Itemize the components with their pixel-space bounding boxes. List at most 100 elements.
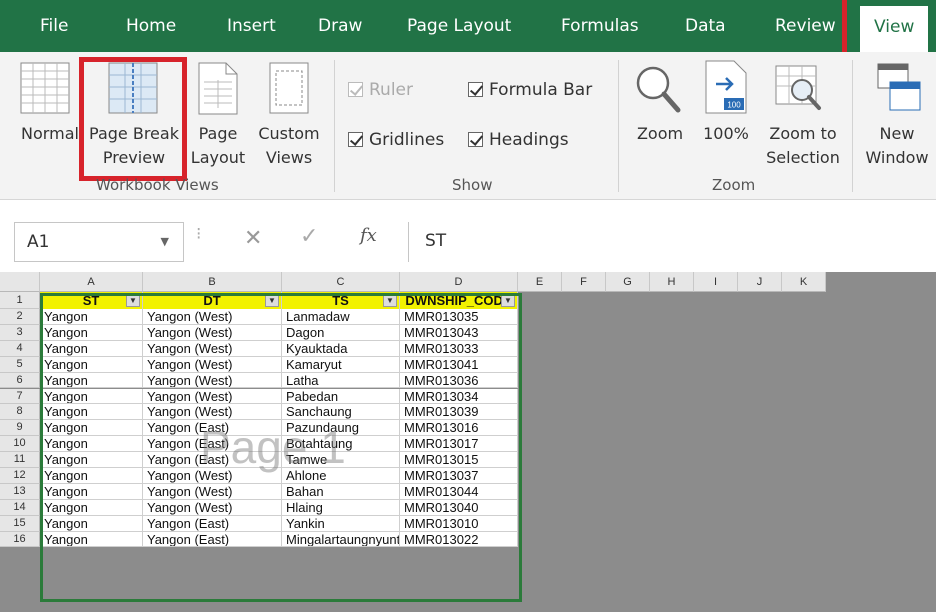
table-cell[interactable]: MMR013037 [400,468,518,484]
custom-views-button[interactable]: Custom Views [252,122,326,170]
table-cell[interactable]: Yangon [40,404,143,421]
table-cell[interactable]: Sanchaung [282,404,400,421]
row-header[interactable]: 9 [0,420,40,437]
ruler-checkbox[interactable]: Ruler [348,80,413,100]
table-cell[interactable]: Yangon [40,309,143,325]
table-cell[interactable]: Kamaryut [282,356,400,373]
table-cell[interactable]: Yangon (West) [143,483,282,500]
column-header-c[interactable]: C [282,272,400,292]
row-header[interactable]: 11 [0,452,40,468]
table-cell[interactable]: Yangon [40,531,143,548]
row-header[interactable]: 14 [0,499,40,516]
header-cell[interactable]: DT ▼ [143,292,282,309]
table-cell[interactable]: Bahan [282,483,400,500]
column-header-k[interactable]: K [782,272,826,292]
table-cell[interactable]: Yangon [40,499,143,516]
table-cell[interactable]: MMR013035 [400,309,518,325]
table-cell[interactable]: Yangon (West) [143,340,282,357]
table-cell[interactable]: MMR013016 [400,420,518,437]
table-cell[interactable]: Yangon (West) [143,388,282,405]
insert-function-icon[interactable]: fx [360,225,377,246]
table-cell[interactable]: MMR013010 [400,515,518,532]
gridlines-checkbox[interactable]: Gridlines [348,130,444,150]
filter-dropdown-icon[interactable]: ▼ [383,294,397,307]
table-cell[interactable]: Yangon [40,388,143,405]
table-cell[interactable]: MMR013043 [400,324,518,341]
name-box[interactable]: A1 ▼ [14,222,184,262]
table-cell[interactable]: Pazundaung [282,420,400,437]
tab-review[interactable]: Review [775,0,836,52]
page-layout-button[interactable]: Page Layout [188,122,248,170]
table-cell[interactable]: Hlaing [282,499,400,516]
tab-page-layout[interactable]: Page Layout [407,0,511,52]
row-header[interactable]: 4 [0,340,40,357]
header-cell[interactable]: ST ▼ [40,292,143,309]
table-cell[interactable]: Yangon (West) [143,468,282,484]
formula-bar-checkbox[interactable]: Formula Bar [468,80,592,100]
chevron-down-icon[interactable]: ▼ [161,223,169,261]
row-header[interactable]: 12 [0,468,40,484]
table-cell[interactable]: Yankin [282,515,400,532]
table-cell[interactable]: Yangon (West) [143,404,282,421]
table-cell[interactable]: Ahlone [282,468,400,484]
table-cell[interactable]: Yangon (West) [143,372,282,389]
table-cell[interactable]: Dagon [282,324,400,341]
row-header[interactable]: 1 [0,292,40,309]
select-all-corner[interactable] [0,272,40,292]
column-header-h[interactable]: H [650,272,694,292]
formula-input[interactable]: ST [408,222,936,262]
row-header[interactable]: 7 [0,388,40,405]
column-header-b[interactable]: B [143,272,282,292]
table-cell[interactable]: Yangon [40,420,143,437]
tab-file[interactable]: File [40,0,68,52]
row-header[interactable]: 15 [0,515,40,532]
column-header-d[interactable]: D [400,272,518,292]
column-header-f[interactable]: F [562,272,606,292]
table-cell[interactable]: Lanmadaw [282,309,400,325]
tab-insert[interactable]: Insert [227,0,276,52]
cancel-icon[interactable]: ✕ [244,226,262,251]
row-header[interactable]: 5 [0,356,40,373]
zoom-button[interactable]: Zoom [630,122,690,146]
tab-draw[interactable]: Draw [318,0,362,52]
table-cell[interactable]: Yangon [40,356,143,373]
table-cell[interactable]: Yangon (East) [143,515,282,532]
headings-checkbox[interactable]: Headings [468,130,569,150]
table-cell[interactable]: MMR013041 [400,356,518,373]
row-header[interactable]: 13 [0,483,40,500]
table-cell[interactable]: Mingalartaungnyunt [282,531,400,548]
enter-check-icon[interactable]: ✓ [300,224,318,249]
row-header[interactable]: 16 [0,531,40,548]
table-cell[interactable]: Yangon (East) [143,452,282,468]
table-cell[interactable]: Yangon (West) [143,324,282,341]
table-cell[interactable]: MMR013022 [400,531,518,548]
tab-home[interactable]: Home [126,0,176,52]
row-header[interactable]: 2 [0,309,40,325]
row-header[interactable]: 3 [0,324,40,341]
column-header-a[interactable]: A [40,272,143,292]
table-cell[interactable]: Pabedan [282,388,400,405]
column-header-e[interactable]: E [518,272,562,292]
zoom-100-button[interactable]: 100% [694,122,758,146]
table-cell[interactable]: MMR013015 [400,452,518,468]
table-cell[interactable]: Yangon [40,340,143,357]
table-cell[interactable]: Yangon [40,515,143,532]
row-header[interactable]: 10 [0,436,40,453]
row-header[interactable]: 8 [0,404,40,421]
table-cell[interactable]: MMR013040 [400,499,518,516]
table-cell[interactable]: MMR013033 [400,340,518,357]
table-cell[interactable]: Yangon [40,468,143,484]
filter-dropdown-icon[interactable]: ▼ [265,294,279,307]
column-header-g[interactable]: G [606,272,650,292]
table-cell[interactable]: MMR013039 [400,404,518,421]
table-cell[interactable]: Latha [282,372,400,389]
table-cell[interactable]: Yangon [40,372,143,389]
column-header-i[interactable]: I [694,272,738,292]
table-cell[interactable]: MMR013034 [400,388,518,405]
table-cell[interactable]: Tamwe [282,452,400,468]
table-cell[interactable]: Yangon (West) [143,499,282,516]
new-window-button[interactable]: New Window [858,122,936,170]
filter-dropdown-icon[interactable]: ▼ [126,294,140,307]
header-cell[interactable]: DWNSHIP_CODE ▼ [400,292,518,309]
table-cell[interactable]: Yangon (East) [143,420,282,437]
